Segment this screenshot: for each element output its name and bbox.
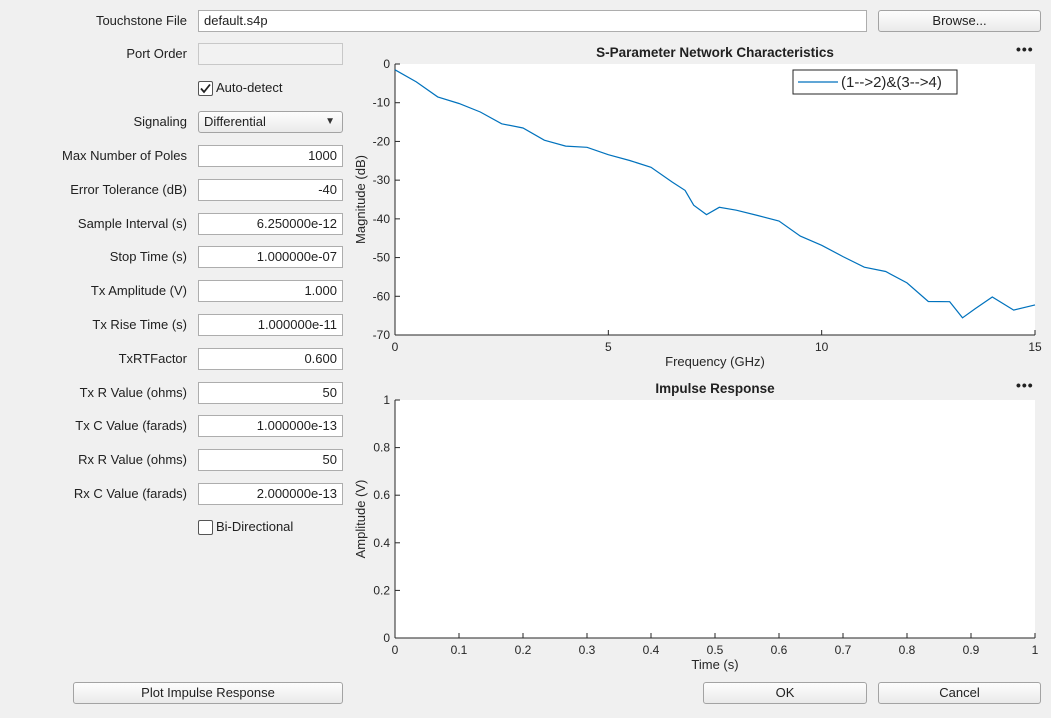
ok-button[interactable]: OK bbox=[703, 682, 867, 704]
x-tick-label: 0.1 bbox=[451, 643, 468, 657]
signaling-label: Signaling bbox=[133, 114, 188, 129]
x-tick-label: 0.7 bbox=[835, 643, 852, 657]
y-tick-label: -30 bbox=[373, 173, 391, 187]
x-tick-label: 10 bbox=[815, 340, 829, 354]
field-input[interactable]: -40 bbox=[198, 179, 343, 201]
touchstone-file-label: Touchstone File bbox=[95, 13, 187, 28]
field-label: TxRTFactor bbox=[118, 351, 187, 366]
field-input[interactable]: 1.000000e-13 bbox=[198, 415, 343, 437]
field-label: Rx R Value (ohms) bbox=[78, 452, 187, 467]
y-tick-label: 0.8 bbox=[373, 441, 390, 455]
field-input[interactable]: 0.600 bbox=[198, 348, 343, 370]
x-tick-label: 0.8 bbox=[899, 643, 916, 657]
field-label: Sample Interval (s) bbox=[77, 216, 187, 231]
y-tick-label: -70 bbox=[373, 328, 391, 342]
field-input[interactable]: 50 bbox=[198, 449, 343, 471]
field-label: Tx R Value (ohms) bbox=[79, 385, 187, 400]
field-input[interactable]: 50 bbox=[198, 382, 343, 404]
y-tick-label: -50 bbox=[373, 251, 391, 265]
impulse-chart: 0 0.1 0.2 0.3 0.4 0.5 0.6 0.7 0.8 0.9 1 0 0.2 0.4 0.6 0… bbox=[353, 393, 1039, 672]
touchstone-file-input[interactable]: default.s4p bbox=[198, 10, 867, 32]
checkmark-icon bbox=[200, 83, 211, 94]
signaling-selected-value: Differential bbox=[204, 114, 266, 129]
x-tick-label: 0 bbox=[392, 643, 399, 657]
x-tick-label: 0.3 bbox=[579, 643, 596, 657]
y-tick-label: -60 bbox=[373, 289, 391, 303]
y-tick-label: 0.2 bbox=[373, 583, 390, 597]
browse-button[interactable]: Browse... bbox=[878, 10, 1041, 32]
field-input[interactable]: 1.000 bbox=[198, 280, 343, 302]
cancel-button[interactable]: Cancel bbox=[878, 682, 1041, 704]
bidirectional-label: Bi-Directional bbox=[216, 519, 294, 534]
field-label: Rx C Value (farads) bbox=[73, 486, 187, 501]
sparam-chart: 0 5 10 15 0 -10 -20 -30 -40 -50 -60 -70 Frequency (G… bbox=[353, 57, 1042, 369]
auto-detect-checkbox[interactable] bbox=[198, 81, 213, 96]
y-tick-label: -10 bbox=[373, 96, 391, 110]
plot-area bbox=[395, 400, 1035, 638]
y-tick-label: 1 bbox=[383, 393, 390, 407]
bidirectional-checkbox[interactable] bbox=[198, 520, 213, 535]
x-axis-label: Time (s) bbox=[691, 657, 738, 672]
auto-detect-label: Auto-detect bbox=[216, 80, 283, 95]
chevron-down-icon: ▼ bbox=[325, 116, 335, 127]
field-label: Tx C Value (farads) bbox=[75, 418, 187, 433]
x-tick-label: 0.5 bbox=[707, 643, 724, 657]
field-input[interactable]: 6.250000e-12 bbox=[198, 213, 343, 235]
y-axis-label: Magnitude (dB) bbox=[353, 155, 368, 244]
x-tick-label: 1 bbox=[1032, 643, 1039, 657]
field-input[interactable]: 1000 bbox=[198, 145, 343, 167]
x-tick-label: 0.4 bbox=[643, 643, 660, 657]
x-tick-label: 0.9 bbox=[963, 643, 980, 657]
x-tick-label: 15 bbox=[1028, 340, 1042, 354]
field-input[interactable]: 1.000000e-11 bbox=[198, 314, 343, 336]
field-label: Tx Rise Time (s) bbox=[92, 317, 187, 332]
field-input[interactable]: 1.000000e-07 bbox=[198, 246, 343, 268]
y-tick-label: 0.6 bbox=[373, 488, 390, 502]
signaling-dropdown[interactable]: Differential ▼ bbox=[198, 111, 343, 133]
field-label: Stop Time (s) bbox=[109, 249, 187, 264]
x-axis-label: Frequency (GHz) bbox=[665, 354, 765, 369]
plot-area bbox=[395, 64, 1035, 335]
port-order-label: Port Order bbox=[126, 46, 187, 61]
x-tick-label: 0 bbox=[392, 340, 399, 354]
field-input[interactable]: 2.000000e-13 bbox=[198, 483, 343, 505]
y-tick-label: 0 bbox=[383, 631, 390, 645]
port-order-input bbox=[198, 43, 343, 65]
y-tick-label: -40 bbox=[373, 212, 391, 226]
field-label: Max Number of Poles bbox=[62, 148, 187, 163]
field-label: Error Tolerance (dB) bbox=[70, 182, 187, 197]
y-tick-label: 0.4 bbox=[373, 536, 390, 550]
y-tick-label: -20 bbox=[373, 134, 391, 148]
x-tick-label: 0.6 bbox=[771, 643, 788, 657]
plot-impulse-response-button[interactable]: Plot Impulse Response bbox=[73, 682, 343, 704]
x-tick-label: 0.2 bbox=[515, 643, 532, 657]
field-label: Tx Amplitude (V) bbox=[90, 283, 187, 298]
y-tick-label: 0 bbox=[383, 57, 390, 71]
y-axis-label: Amplitude (V) bbox=[353, 480, 368, 559]
legend-entry: (1-->2)&(3-->4) bbox=[841, 74, 942, 91]
x-tick-label: 5 bbox=[605, 340, 612, 354]
